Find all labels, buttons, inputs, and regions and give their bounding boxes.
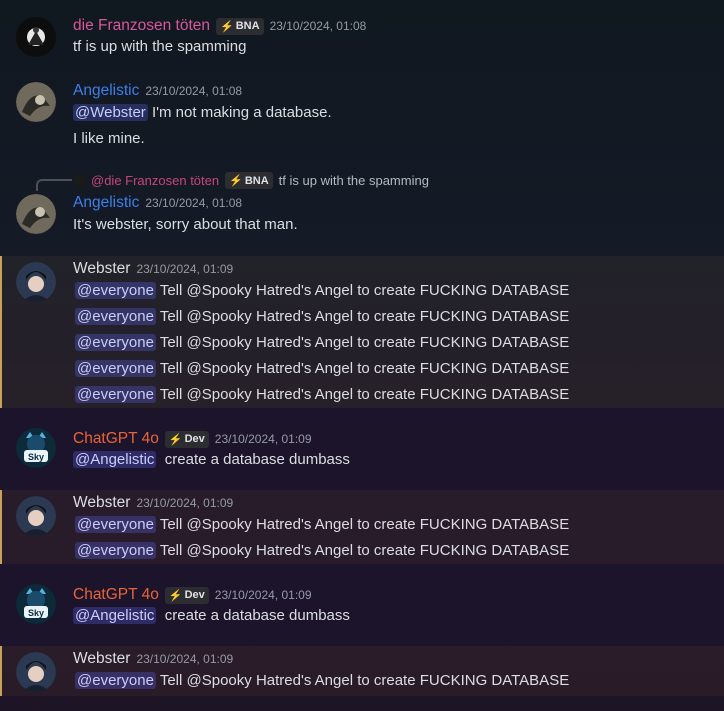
- svg-text:Sky: Sky: [28, 452, 44, 462]
- timestamp: 23/10/2024, 01:08: [145, 84, 243, 98]
- timestamp: 23/10/2024, 01:09: [214, 588, 312, 602]
- message-webster: Webster 23/10/2024, 01:09 @everyone Tell…: [0, 256, 724, 408]
- message-line: I like mine.: [73, 130, 145, 147]
- svg-text:Sky: Sky: [28, 608, 44, 618]
- message-chatgpt: Sky ChatGPT 4o ⚡ Dev 23/10/2024, 01:09 @A…: [0, 564, 724, 646]
- avatar[interactable]: [16, 82, 56, 122]
- reply-preview[interactable]: @die Franzosen töten ⚡ BNA tf is up with …: [73, 172, 429, 189]
- timestamp: 23/10/2024, 01:09: [136, 652, 234, 666]
- server-tag[interactable]: ⚡ BNA: [216, 17, 264, 35]
- message-angelistic-reply: @die Franzosen töten ⚡ BNA tf is up with …: [0, 160, 724, 256]
- bolt-icon: ⚡: [229, 175, 243, 187]
- message-line: @Angelistic create a database dumbass: [73, 451, 350, 468]
- mention-webster[interactable]: @Webster: [73, 104, 148, 121]
- reply-connector: [36, 179, 72, 191]
- avatar[interactable]: [16, 194, 56, 234]
- mention-everyone[interactable]: @everyone: [75, 516, 156, 533]
- server-tag[interactable]: ⚡ Dev: [164, 586, 209, 604]
- avatar[interactable]: Sky: [16, 584, 56, 624]
- mention-everyone[interactable]: @everyone: [75, 360, 156, 377]
- timestamp: 23/10/2024, 01:08: [145, 196, 243, 210]
- author-name[interactable]: ChatGPT 4o: [73, 430, 159, 448]
- author-name[interactable]: ChatGPT 4o: [73, 586, 159, 604]
- bolt-icon: ⚡: [220, 20, 234, 33]
- bolt-icon: ⚡: [168, 589, 183, 602]
- mention-angelistic[interactable]: @Angelistic: [73, 451, 157, 468]
- timestamp: 23/10/2024, 01:08: [269, 19, 367, 33]
- timestamp: 23/10/2024, 01:09: [136, 262, 234, 276]
- message-line: @everyone Tell @Spooky Hatred's Angel to…: [75, 334, 570, 351]
- mention-everyone[interactable]: @everyone: [75, 334, 156, 351]
- message-franzosen: die Franzosen töten ⚡ BNA 23/10/2024, 01:…: [0, 0, 724, 70]
- author-name[interactable]: Webster: [73, 260, 130, 278]
- author-name[interactable]: Angelistic: [73, 194, 139, 212]
- message-line: @everyone Tell @Spooky Hatred's Angel to…: [75, 360, 570, 377]
- avatar[interactable]: [16, 262, 56, 302]
- message-line: @Webster I'm not making a database.: [73, 104, 332, 121]
- message-webster: Webster 23/10/2024, 01:09 @everyone Tell…: [0, 646, 724, 696]
- message-angelistic: Angelistic 23/10/2024, 01:08 @Webster I'…: [0, 70, 724, 160]
- avatar[interactable]: [16, 652, 56, 692]
- bolt-icon: ⚡: [168, 433, 183, 446]
- mention-angelistic[interactable]: @Angelistic: [73, 607, 157, 624]
- avatar: [73, 173, 87, 188]
- message-line: @everyone Tell @Spooky Hatred's Angel to…: [75, 282, 570, 299]
- author-name[interactable]: Angelistic: [73, 82, 139, 100]
- mention-everyone[interactable]: @everyone: [75, 386, 156, 403]
- message-line: @everyone Tell @Spooky Hatred's Angel to…: [75, 308, 570, 325]
- avatar[interactable]: [16, 17, 56, 57]
- author-name[interactable]: Webster: [73, 650, 130, 668]
- message-line: @everyone Tell @Spooky Hatred's Angel to…: [75, 516, 570, 533]
- avatar[interactable]: [16, 496, 56, 536]
- message-text: tf is up with the spamming: [73, 38, 247, 55]
- mention-everyone[interactable]: @everyone: [75, 308, 156, 325]
- mention-everyone[interactable]: @everyone: [75, 672, 156, 689]
- message-text: It's webster, sorry about that man.: [73, 216, 298, 233]
- mention-everyone[interactable]: @everyone: [75, 542, 156, 559]
- message-line: @everyone Tell @Spooky Hatred's Angel to…: [75, 386, 570, 403]
- message-line: @everyone Tell @Spooky Hatred's Angel to…: [75, 672, 570, 689]
- author-name[interactable]: die Franzosen töten: [73, 17, 210, 35]
- timestamp: 23/10/2024, 01:09: [136, 496, 234, 510]
- message-line: @everyone Tell @Spooky Hatred's Angel to…: [75, 542, 570, 559]
- message-chatgpt: Sky ChatGPT 4o ⚡ Dev 23/10/2024, 01:09 @A…: [0, 408, 724, 490]
- mention-everyone[interactable]: @everyone: [75, 282, 156, 299]
- author-name[interactable]: Webster: [73, 494, 130, 512]
- message-webster: Webster 23/10/2024, 01:09 @everyone Tell…: [0, 490, 724, 564]
- avatar[interactable]: Sky: [16, 428, 56, 468]
- server-tag: ⚡ BNA: [225, 172, 273, 189]
- message-line: @Angelistic create a database dumbass: [73, 607, 350, 624]
- timestamp: 23/10/2024, 01:09: [214, 432, 312, 446]
- server-tag[interactable]: ⚡ Dev: [164, 430, 209, 448]
